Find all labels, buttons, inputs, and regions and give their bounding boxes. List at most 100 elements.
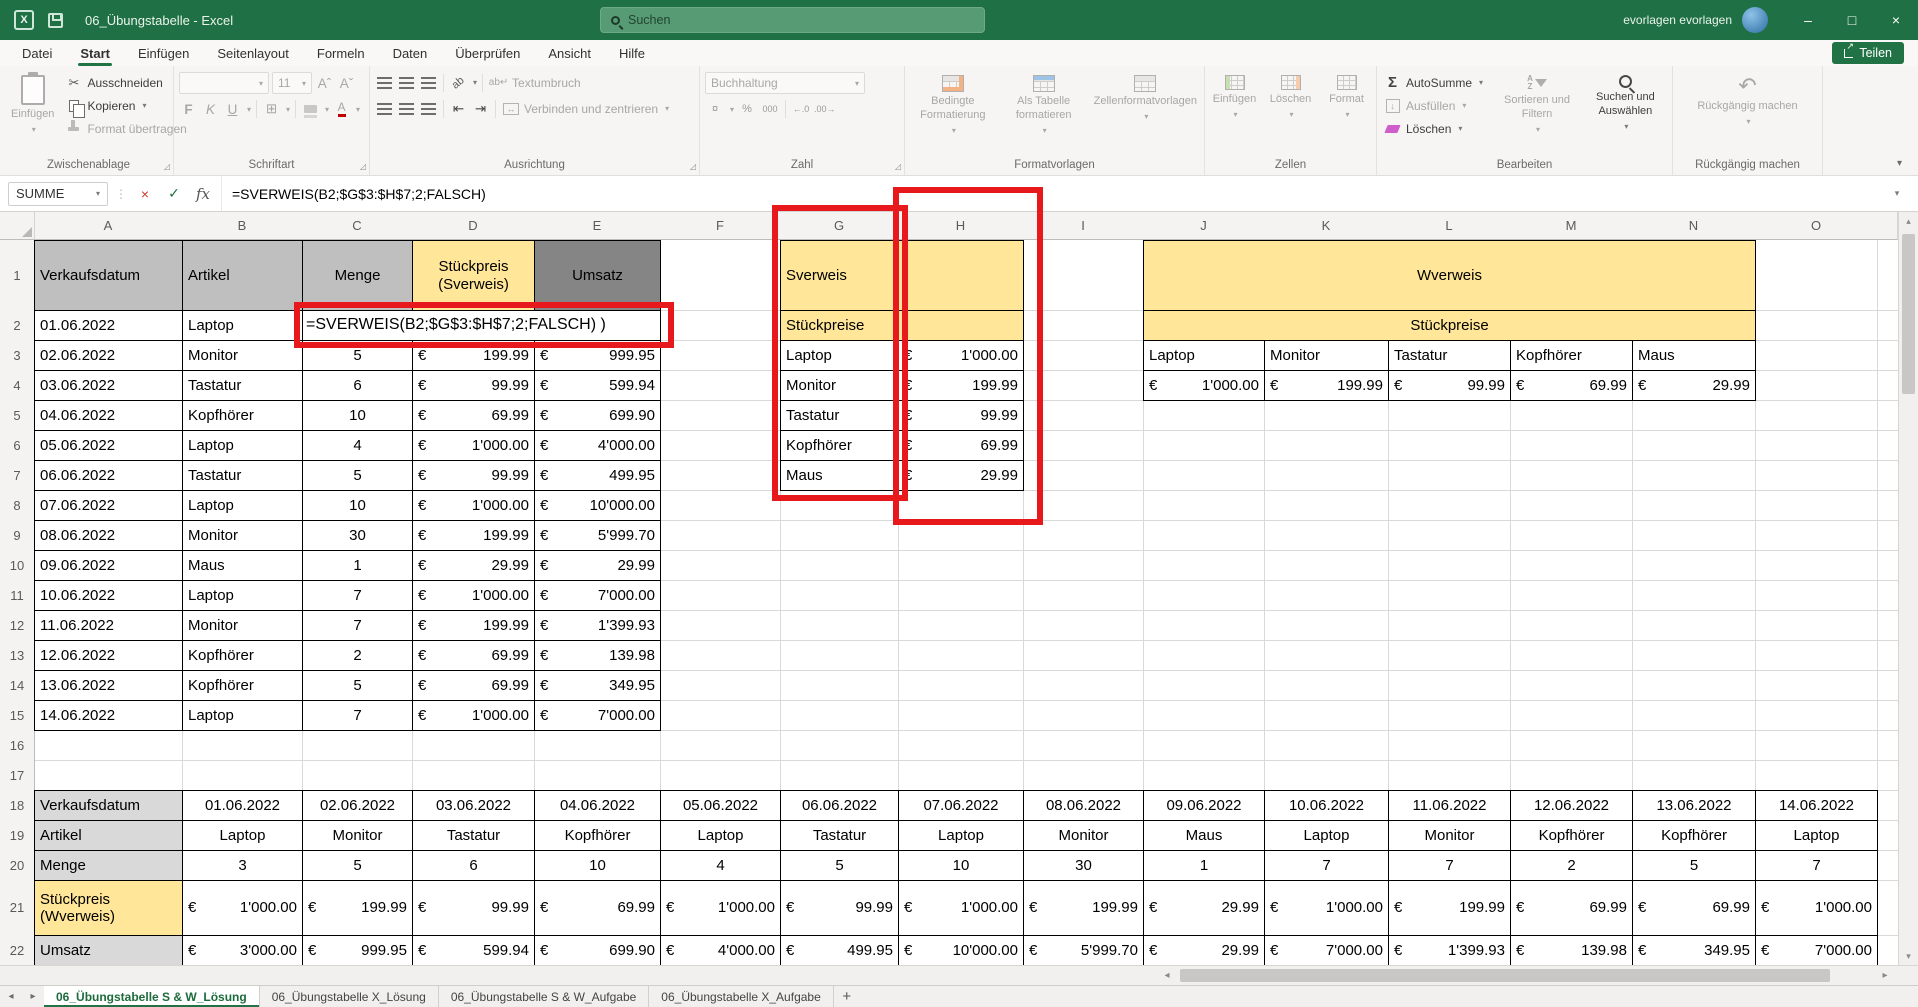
- cell-D5[interactable]: €69.99: [412, 400, 535, 431]
- cell-L22[interactable]: €1'399.93: [1388, 935, 1511, 965]
- row-header-8[interactable]: 8: [0, 490, 35, 521]
- dialog-launcher-font[interactable]: ◿: [360, 162, 366, 171]
- cell-I22[interactable]: €5'999.70: [1023, 935, 1144, 965]
- scroll-right-icon[interactable]: ▸: [1876, 966, 1894, 985]
- ribbon-tab-einfügen[interactable]: Einfügen: [124, 40, 203, 66]
- cell-C10[interactable]: 1: [302, 550, 413, 581]
- cell-M21[interactable]: €69.99: [1510, 880, 1633, 936]
- cell-K3[interactable]: Monitor: [1264, 340, 1389, 371]
- cell-C21[interactable]: €199.99: [302, 880, 413, 936]
- cell-L21[interactable]: €199.99: [1388, 880, 1511, 936]
- cell-C14[interactable]: 5: [302, 670, 413, 701]
- ribbon-tab-hilfe[interactable]: Hilfe: [605, 40, 659, 66]
- cell-J19[interactable]: Maus: [1143, 820, 1265, 851]
- align-center-button[interactable]: [397, 99, 416, 119]
- cell-H20[interactable]: 10: [898, 850, 1024, 881]
- column-header-M[interactable]: M: [1510, 212, 1633, 240]
- row-header-6[interactable]: 6: [0, 430, 35, 461]
- select-all-corner[interactable]: [0, 212, 35, 240]
- cell-C18[interactable]: 02.06.2022: [302, 790, 413, 821]
- cell-C3[interactable]: 5: [302, 340, 413, 371]
- cell-E5[interactable]: €699.90: [534, 400, 661, 431]
- accounting-format-button[interactable]: ¤: [705, 99, 725, 119]
- cell-C19[interactable]: Monitor: [302, 820, 413, 851]
- cell-D13[interactable]: €69.99: [412, 640, 535, 671]
- row-header-17[interactable]: 17: [0, 760, 35, 791]
- cell-E9[interactable]: €5'999.70: [534, 520, 661, 551]
- cell-A5[interactable]: 04.06.2022: [34, 400, 183, 431]
- column-header-partial[interactable]: [1877, 212, 1898, 240]
- cell-H1[interactable]: [898, 240, 1024, 311]
- cell-C22[interactable]: €999.95: [302, 935, 413, 965]
- vertical-scrollbar-thumb[interactable]: [1902, 234, 1915, 394]
- cell-E1[interactable]: Umsatz: [534, 240, 661, 311]
- search-box[interactable]: Suchen: [600, 7, 985, 33]
- font-size-select[interactable]: 11 ▾: [272, 72, 312, 94]
- cell-H18[interactable]: 07.06.2022: [898, 790, 1024, 821]
- column-header-K[interactable]: K: [1264, 212, 1389, 240]
- cell-G7[interactable]: Maus: [780, 460, 899, 491]
- cell-B8[interactable]: Laptop: [182, 490, 303, 521]
- dialog-launcher-clipboard[interactable]: ◿: [164, 162, 170, 171]
- cell-C12[interactable]: 7: [302, 610, 413, 641]
- row-header-16[interactable]: 16: [0, 730, 35, 761]
- cell-N4[interactable]: €29.99: [1632, 370, 1756, 401]
- cell-E7[interactable]: €499.95: [534, 460, 661, 491]
- percent-format-button[interactable]: %: [737, 99, 757, 119]
- cell-E13[interactable]: €139.98: [534, 640, 661, 671]
- cell-M22[interactable]: €139.98: [1510, 935, 1633, 965]
- cell-H2[interactable]: [898, 310, 1024, 341]
- cell-G5[interactable]: Tastatur: [780, 400, 899, 431]
- cell-D9[interactable]: €199.99: [412, 520, 535, 551]
- cell-B9[interactable]: Monitor: [182, 520, 303, 551]
- cell-N18[interactable]: 13.06.2022: [1632, 790, 1756, 821]
- ribbon-tab-daten[interactable]: Daten: [379, 40, 442, 66]
- fill-button[interactable]: ↓ Ausfüllen ▾: [1382, 95, 1490, 116]
- row-header-18[interactable]: 18: [0, 790, 35, 821]
- spreadsheet-grid[interactable]: A B C D E F G H I J K L M N O 1 2 3 4 5 6 7 8 9 10 11 12 13 14 15 16 17…: [0, 212, 1898, 965]
- cell-A18[interactable]: Verkaufsdatum: [34, 790, 183, 821]
- row-header-22[interactable]: 22: [0, 935, 35, 965]
- row-header-2[interactable]: 2: [0, 310, 35, 341]
- align-middle-button[interactable]: [397, 73, 416, 93]
- cell-H4[interactable]: €199.99: [898, 370, 1024, 401]
- autosum-button[interactable]: Σ AutoSumme ▾: [1382, 72, 1490, 93]
- cell-C20[interactable]: 5: [302, 850, 413, 881]
- fill-color-button[interactable]: [301, 99, 320, 119]
- cell-A19[interactable]: Artikel: [34, 820, 183, 851]
- sverweis-subtitle-cell[interactable]: Stückpreise: [780, 310, 899, 341]
- row-header-3[interactable]: 3: [0, 340, 35, 371]
- formula-bar-expand-icon[interactable]: ▾: [1884, 188, 1910, 199]
- cell-G3[interactable]: Laptop: [780, 340, 899, 371]
- cell-A4[interactable]: 03.06.2022: [34, 370, 183, 401]
- cell-N21[interactable]: €69.99: [1632, 880, 1756, 936]
- ribbon-tab-ansicht[interactable]: Ansicht: [534, 40, 605, 66]
- cell-L20[interactable]: 7: [1388, 850, 1511, 881]
- cell-E15[interactable]: €7'000.00: [534, 700, 661, 731]
- cell-B12[interactable]: Monitor: [182, 610, 303, 641]
- cell-G18[interactable]: 06.06.2022: [780, 790, 899, 821]
- cell-I20[interactable]: 30: [1023, 850, 1144, 881]
- cell-E3[interactable]: €999.95: [534, 340, 661, 371]
- cell-O20[interactable]: 7: [1755, 850, 1878, 881]
- insert-function-button[interactable]: fx: [192, 185, 214, 203]
- clear-button[interactable]: Löschen ▾: [1382, 118, 1490, 139]
- cell-B20[interactable]: 3: [182, 850, 303, 881]
- ribbon-tab-formeln[interactable]: Formeln: [303, 40, 379, 66]
- cell-B21[interactable]: €1'000.00: [182, 880, 303, 936]
- copy-button[interactable]: Kopieren ▾: [63, 95, 188, 118]
- column-header-N[interactable]: N: [1632, 212, 1756, 240]
- cell-E4[interactable]: €599.94: [534, 370, 661, 401]
- cell-B1[interactable]: Artikel: [182, 240, 303, 311]
- font-name-select[interactable]: ▾: [179, 72, 269, 94]
- conditional-formatting-button[interactable]: Bedingte Formatierung ▾: [910, 72, 996, 139]
- close-button[interactable]: ×: [1874, 0, 1918, 40]
- cell-D21[interactable]: €99.99: [412, 880, 535, 936]
- cell-A8[interactable]: 07.06.2022: [34, 490, 183, 521]
- add-sheet-button[interactable]: +: [834, 986, 860, 1007]
- account-name[interactable]: evorlagen evorlagen: [1623, 13, 1732, 27]
- cell-B6[interactable]: Laptop: [182, 430, 303, 461]
- formula-edit-cell[interactable]: =SVERWEIS(B2;$G$3:$H$7;2;FALSCH) ): [302, 310, 661, 341]
- column-header-F[interactable]: F: [660, 212, 781, 240]
- name-box[interactable]: SUMME ▾: [8, 181, 108, 206]
